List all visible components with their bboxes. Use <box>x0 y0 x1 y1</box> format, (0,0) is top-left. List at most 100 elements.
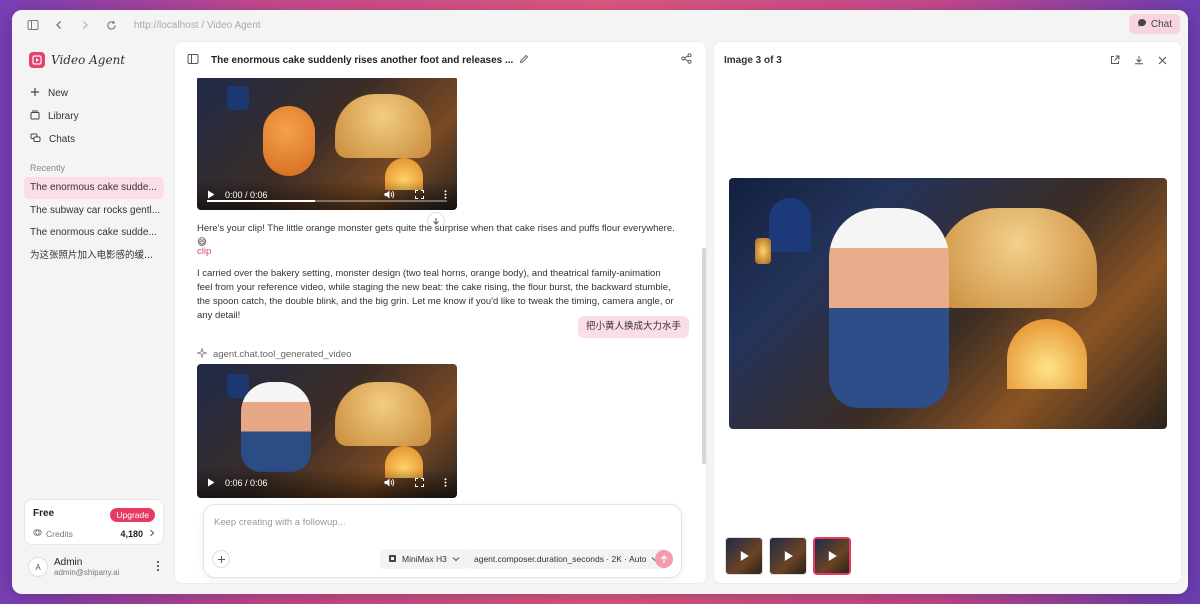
chat-button[interactable]: Chat <box>1128 14 1180 34</box>
add-attachment-button[interactable] <box>212 550 230 568</box>
recent-section-title: Recently <box>30 163 66 173</box>
recent-chat-item[interactable]: The enormous cake sudde... <box>24 177 164 199</box>
duration-label: agent.composer.duration_seconds · 2K · A… <box>474 554 647 564</box>
fullscreen-icon[interactable] <box>415 189 424 201</box>
volume-icon[interactable] <box>384 478 395 489</box>
orange-monster-character <box>263 106 315 176</box>
main-image[interactable] <box>729 178 1167 429</box>
video-player[interactable]: 0:06 / 0:06 <box>197 364 457 498</box>
back-icon[interactable] <box>48 14 70 36</box>
browser-toolbar: http://localhost / Video Agent Chat <box>12 10 1188 40</box>
nav-item-label: Chats <box>49 133 76 145</box>
video-player[interactable]: 0:00 / 0:06 <box>197 78 457 210</box>
reload-icon[interactable] <box>100 14 122 36</box>
sparkle-icon <box>195 346 209 361</box>
thumbnail-strip <box>725 537 851 575</box>
avatar: A <box>28 557 48 577</box>
video-progress-bar[interactable] <box>207 200 447 202</box>
user-profile[interactable]: A Admin admin@shipany.ai <box>24 550 164 584</box>
sidebar-toggle-icon[interactable] <box>22 14 44 36</box>
upgrade-button[interactable]: Upgrade <box>110 508 155 522</box>
close-icon[interactable] <box>1158 54 1167 68</box>
chat-bubble-icon <box>1137 18 1147 31</box>
credits-row[interactable]: Credits 4,180 <box>33 528 155 539</box>
video-controls: 0:06 / 0:06 <box>197 468 457 498</box>
more-vertical-icon[interactable] <box>444 477 447 489</box>
composer: MiniMax H3 agent.composer.duration_secon… <box>203 504 682 578</box>
tool-call-text: agent.chat.tool_generated_video <box>213 349 352 360</box>
credits-icon <box>33 528 42 539</box>
followup-input[interactable] <box>214 513 654 531</box>
user-name: Admin <box>54 557 83 568</box>
chats-icon <box>30 133 41 146</box>
chat-header: The enormous cake suddenly rises another… <box>175 42 706 78</box>
recent-chat-item[interactable]: The subway car rocks gentl... <box>24 200 164 222</box>
message-list[interactable]: 0:00 / 0:06 Here's your clip! The little… <box>175 78 706 498</box>
browser-window: http://localhost / Video Agent Chat Vide… <box>12 10 1188 594</box>
thumbnail-active[interactable] <box>813 537 851 575</box>
more-vertical-icon[interactable] <box>156 560 160 575</box>
nav-item-label: Library <box>48 110 79 122</box>
image-viewer-actions <box>1110 54 1167 68</box>
fullscreen-icon[interactable] <box>415 477 424 489</box>
plan-card: Free Upgrade Credits 4,180 <box>24 499 164 545</box>
sidebar: Video Agent New Library Chats Recently T… <box>12 40 172 594</box>
model-selector[interactable]: MiniMax H3 <box>380 549 468 569</box>
nav-item-library[interactable]: Library <box>24 105 164 127</box>
pencil-icon[interactable] <box>519 53 529 67</box>
open-external-icon[interactable] <box>1110 54 1120 68</box>
video-time: 0:06 / 0:06 <box>225 478 268 488</box>
thumbnail[interactable] <box>725 537 763 575</box>
chef-character <box>241 382 311 472</box>
credits-label: Credits <box>46 528 73 539</box>
forward-icon[interactable] <box>74 14 96 36</box>
play-icon <box>784 551 793 561</box>
model-label: MiniMax H3 <box>402 554 447 564</box>
chevron-right-icon <box>149 529 155 539</box>
chat-panel: The enormous cake suddenly rises another… <box>174 41 707 584</box>
credits-value: 4,180 <box>120 528 143 539</box>
panel-toggle-icon[interactable] <box>187 53 199 68</box>
chat-title: The enormous cake suddenly rises another… <box>211 54 514 66</box>
video-progress-fill <box>207 200 315 202</box>
play-icon <box>740 551 749 561</box>
clip-link[interactable]: clip <box>197 246 211 257</box>
sidebar-nav: New Library Chats <box>24 82 164 151</box>
share-icon[interactable] <box>681 53 692 67</box>
recent-chat-item[interactable]: The enormous cake sudde... <box>24 222 164 244</box>
play-icon[interactable] <box>207 478 215 489</box>
play-icon[interactable] <box>207 190 215 201</box>
user-email: admin@shipany.ai <box>54 568 120 577</box>
library-icon <box>30 110 40 123</box>
user-message: 把小黄人换成大力水手 <box>577 316 689 338</box>
nav-item-chats[interactable]: Chats <box>24 128 164 150</box>
video-time: 0:00 / 0:06 <box>225 190 268 200</box>
send-button[interactable] <box>655 550 673 568</box>
user-info: Admin admin@shipany.ai <box>54 557 119 577</box>
video-controls: 0:00 / 0:06 <box>197 180 457 210</box>
brand-name: Video Agent <box>51 53 126 67</box>
nav-item-label: New <box>48 87 69 99</box>
download-icon[interactable] <box>1134 54 1144 68</box>
film-icon <box>388 554 397 565</box>
duration-selector[interactable]: agent.composer.duration_seconds · 2K · A… <box>466 549 668 569</box>
recent-list: The enormous cake sudde... The subway ca… <box>24 177 164 267</box>
image-viewer-panel: Image 3 of 3 <box>713 41 1182 584</box>
play-icon <box>828 551 837 561</box>
chat-button-label: Chat <box>1150 18 1172 30</box>
more-vertical-icon[interactable] <box>444 189 447 201</box>
thumbnail[interactable] <box>769 537 807 575</box>
chef-character <box>829 208 949 408</box>
video-logo-icon <box>29 52 45 68</box>
image-viewer-title: Image 3 of 3 <box>724 55 782 66</box>
assistant-message: I carried over the bakery setting, monst… <box>197 268 674 321</box>
address-bar[interactable]: http://localhost / Video Agent <box>134 20 261 31</box>
scrollbar[interactable] <box>702 248 706 464</box>
brand[interactable]: Video Agent <box>29 52 125 68</box>
recent-chat-item[interactable]: 为这张照片加入电影感的缓... <box>24 245 164 267</box>
assistant-message: Here's your clip! The little orange mons… <box>197 223 675 248</box>
chevron-down-icon <box>452 554 460 564</box>
nav-item-new[interactable]: New <box>24 82 164 104</box>
plus-icon <box>30 87 40 100</box>
volume-icon[interactable] <box>384 190 395 201</box>
